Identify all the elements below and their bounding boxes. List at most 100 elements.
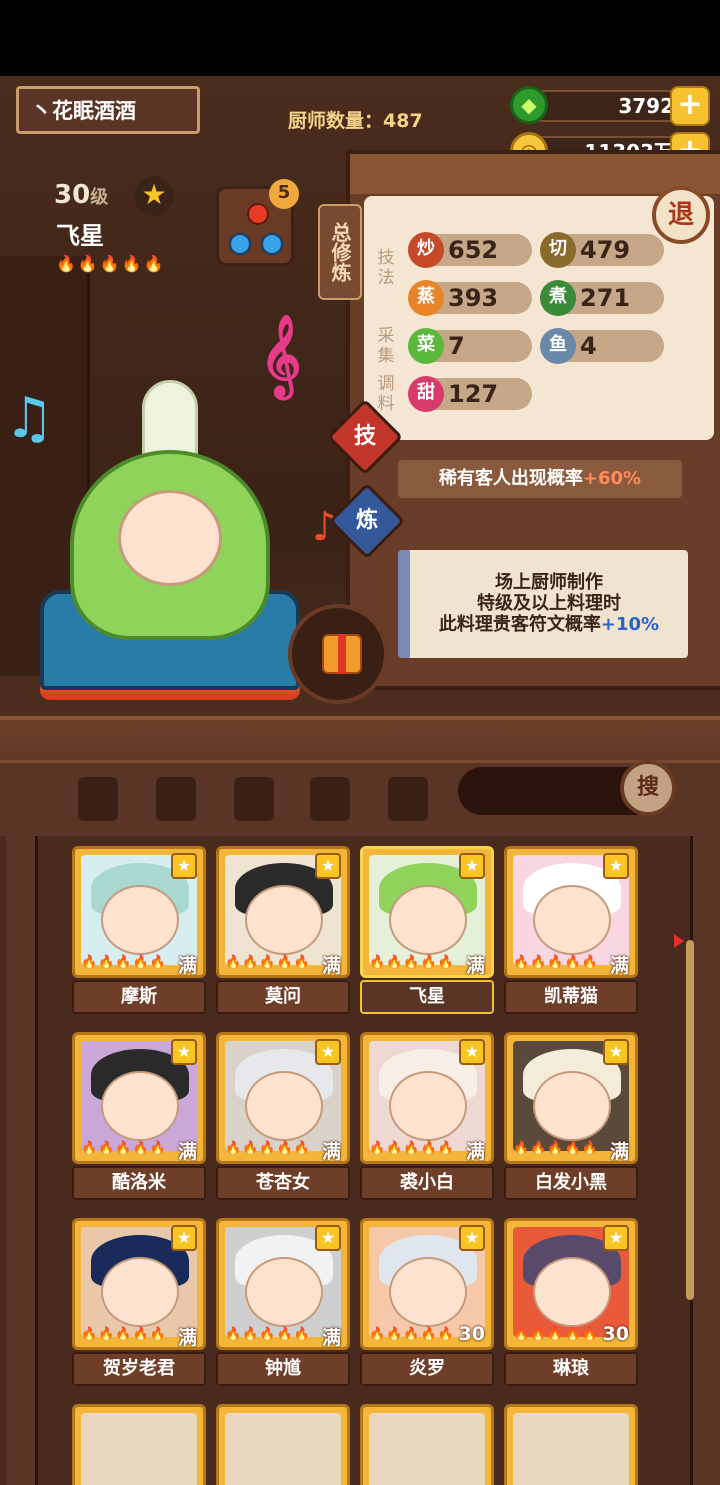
chef-card-level-tag: 满 (177, 1327, 197, 1349)
chef-card-partial[interactable] (72, 1404, 206, 1485)
rune-line-3: 此料理贵客符文概率 (438, 614, 601, 635)
chef-card-portrait: ★ 🔥🔥🔥🔥🔥 30 (504, 1218, 638, 1350)
scroll-marker-icon (674, 934, 684, 948)
stat-sweet: 甜 127 (408, 376, 532, 412)
chef-card-partial[interactable] (360, 1404, 494, 1485)
chef-card-level-tag: 满 (177, 955, 197, 977)
chef-face (118, 490, 222, 586)
star-icon: ★ (315, 1039, 341, 1065)
chef-card-portrait: ★ 🔥🔥🔥🔥🔥 满 (72, 1218, 206, 1350)
retreat-button[interactable]: 退 (652, 186, 710, 244)
chef-card-face (533, 885, 611, 955)
stat-value: 271 (580, 284, 631, 312)
chef-card[interactable]: ★ 🔥🔥🔥🔥🔥 满苍杏女 (216, 1032, 350, 1204)
chef-card-name: 莫问 (216, 980, 350, 1014)
star-icon: ★ (315, 853, 341, 879)
chef-card-face (245, 885, 323, 955)
chef-card-name: 凯蒂猫 (504, 980, 638, 1014)
chef-card[interactable]: ★ 🔥🔥🔥🔥🔥 满摩斯 (72, 846, 206, 1018)
chef-card-portrait (72, 1404, 206, 1485)
chef-card-partial[interactable] (216, 1404, 350, 1485)
stat-steam: 蒸 393 (408, 280, 532, 316)
chef-card-flames: 🔥🔥🔥🔥🔥 (513, 1141, 599, 1156)
map-filter-icon[interactable] (388, 777, 428, 821)
chef-card-flames: 🔥🔥🔥🔥🔥 (513, 955, 599, 970)
chef-card-level-tag: 满 (465, 955, 485, 977)
chef-card-portrait: ★ 🔥🔥🔥🔥🔥 满 (360, 1032, 494, 1164)
chef-card-name: 裘小白 (360, 1166, 494, 1200)
chef-card-portrait: ★ 🔥🔥🔥🔥🔥 满 (360, 846, 494, 978)
chef-card[interactable]: ★ 🔥🔥🔥🔥🔥 满贺岁老君 (72, 1218, 206, 1390)
chef-card-flames: 🔥🔥🔥🔥🔥 (225, 1141, 311, 1156)
vegetable-icon: 菜 (408, 328, 444, 364)
chef-card[interactable]: ★ 🔥🔥🔥🔥🔥 满飞星 (360, 846, 494, 1018)
gift-button[interactable] (288, 604, 388, 704)
chef-card-art (369, 1413, 485, 1485)
equipment-count-badge: 5 (269, 179, 299, 209)
chef-card-flames: 🔥🔥🔥🔥🔥 (225, 955, 311, 970)
rare-guest-text: 稀有客人出现概率 (438, 468, 583, 489)
equipment-slot[interactable]: 5 (216, 179, 299, 266)
star-icon: ★ (171, 1039, 197, 1065)
chef-card-face (389, 1257, 467, 1327)
chef-card-portrait (504, 1404, 638, 1485)
star-icon: ★ (459, 1225, 485, 1251)
train-button-label: 炼 (355, 508, 378, 533)
location-filter-icon[interactable] (310, 777, 350, 821)
chef-card-level-tag: 满 (609, 955, 629, 977)
stat-cut: 切 479 (540, 232, 664, 268)
stir-fry-icon: 炒 (408, 232, 444, 268)
jar-filter-icon[interactable] (234, 777, 274, 821)
star-icon: ★ (603, 1225, 629, 1251)
chef-card-portrait: ★ 🔥🔥🔥🔥🔥 满 (216, 1032, 350, 1164)
chef-card-face (245, 1257, 323, 1327)
chef-card[interactable]: ★ 🔥🔥🔥🔥🔥 满白发小黑 (504, 1032, 638, 1204)
stat-value: 652 (448, 236, 499, 264)
restaurant-name-plate[interactable]: 丶花眠酒酒 (16, 86, 200, 134)
star-icon: ★ (171, 853, 197, 879)
chef-card[interactable]: ★ 🔥🔥🔥🔥🔥 满酷洛米 (72, 1032, 206, 1204)
chef-card[interactable]: ★ 🔥🔥🔥🔥🔥 满钟馗 (216, 1218, 350, 1390)
blue-gem-icon (229, 233, 251, 255)
chef-card[interactable]: ★ 🔥🔥🔥🔥🔥 30 琳琅 (504, 1218, 638, 1390)
chef-card-portrait (360, 1404, 494, 1485)
rune-line-1: 场上厨师制作 (495, 572, 603, 593)
board-header (350, 154, 720, 194)
chef-card-name: 贺岁老君 (72, 1352, 206, 1386)
chef-card[interactable]: ★ 🔥🔥🔥🔥🔥 满裘小白 (360, 1032, 494, 1204)
chef-card-flames: 🔥🔥🔥🔥🔥 (81, 1327, 167, 1342)
star-icon[interactable]: ★ (134, 176, 174, 216)
skill-button-label: 技 (353, 424, 376, 449)
star-icon: ★ (315, 1225, 341, 1251)
total-training-tab[interactable]: 总修炼 (318, 204, 362, 300)
search-button[interactable]: 搜 (620, 760, 676, 816)
chef-card[interactable]: ★ 🔥🔥🔥🔥🔥 30 炎罗 (360, 1218, 494, 1390)
chef-portrait[interactable] (40, 380, 300, 710)
chef-card-art (225, 1413, 341, 1485)
chef-flames: 🔥🔥🔥🔥🔥 (56, 254, 166, 273)
jade-amount: 3792 (528, 90, 690, 122)
chef-card-face (389, 1071, 467, 1141)
chef-card-flames: 🔥🔥🔥🔥🔥 (369, 1141, 455, 1156)
chef-card-flames: 🔥🔥🔥🔥🔥 (513, 1327, 599, 1342)
chef-card-portrait: ★ 🔥🔥🔥🔥🔥 满 (216, 1218, 350, 1350)
scroll-ruler[interactable] (686, 940, 694, 1300)
cleaver-filter-icon[interactable] (78, 777, 118, 821)
meat-filter-icon[interactable] (156, 777, 196, 821)
chef-name: 飞星 (56, 222, 104, 250)
chef-card-partial[interactable] (504, 1404, 638, 1485)
chef-card[interactable]: ★ 🔥🔥🔥🔥🔥 满莫问 (216, 846, 350, 1018)
chef-card-portrait: ★ 🔥🔥🔥🔥🔥 满 (72, 846, 206, 978)
chef-card[interactable]: ★ 🔥🔥🔥🔥🔥 满凯蒂猫 (504, 846, 638, 1018)
stat-boil: 煮 271 (540, 280, 664, 316)
chef-card-name: 炎罗 (360, 1352, 494, 1386)
star-icon: ★ (459, 1039, 485, 1065)
chef-card-level-tag: 满 (609, 1141, 629, 1163)
rare-guest-bonus: +60% (582, 468, 642, 489)
chef-card-portrait: ★ 🔥🔥🔥🔥🔥 满 (504, 1032, 638, 1164)
star-icon: ★ (171, 1225, 197, 1251)
gather-label: 采集 (377, 326, 395, 366)
chef-card-level-tag: 满 (177, 1141, 197, 1163)
add-jade-button[interactable]: + (670, 86, 710, 126)
stat-value: 393 (448, 284, 499, 312)
